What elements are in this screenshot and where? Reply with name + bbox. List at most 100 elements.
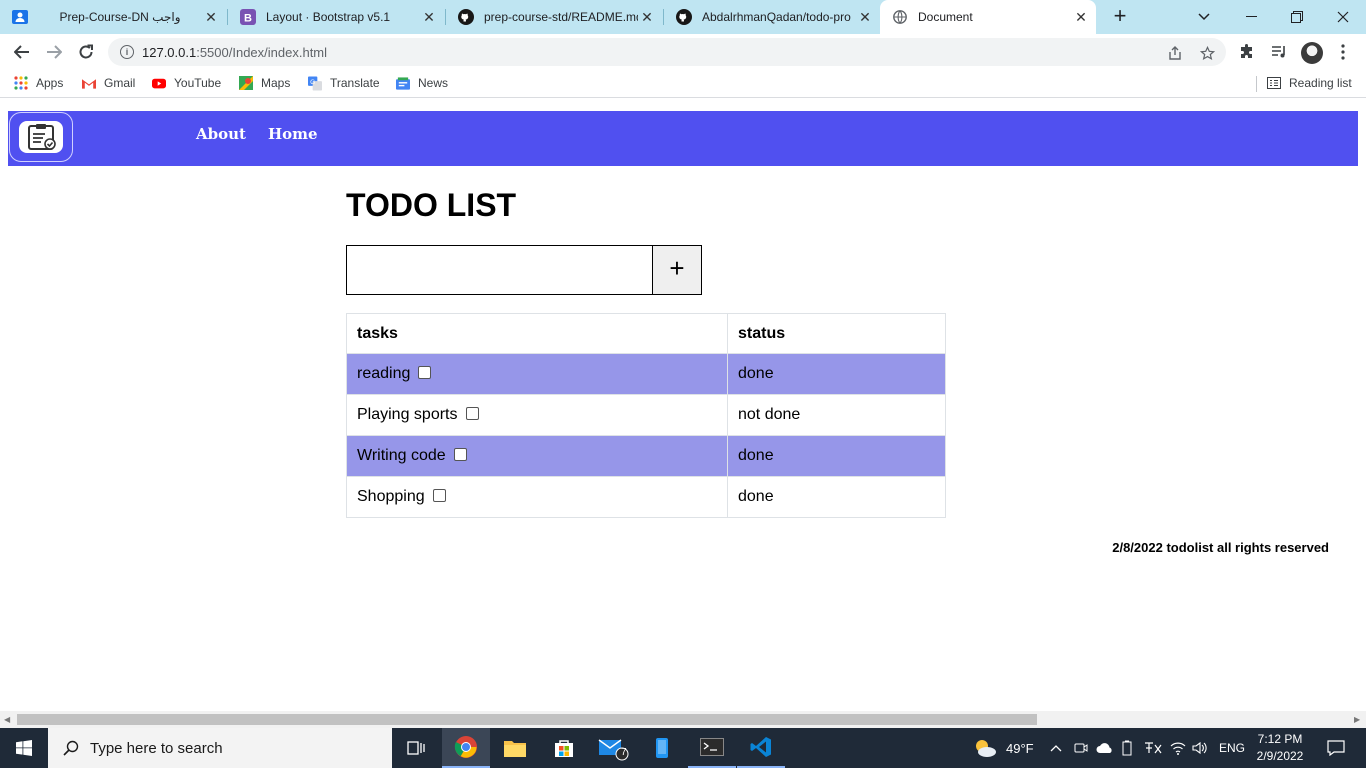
- vscode-icon: [750, 737, 771, 757]
- scroll-left-icon[interactable]: ◀: [4, 715, 10, 724]
- task-name: Playing sports: [357, 406, 458, 423]
- nav-home-link[interactable]: Home: [268, 125, 318, 143]
- taskbar-phone-link[interactable]: [638, 728, 686, 768]
- reading-list-icon: [1267, 76, 1281, 90]
- taskbar-search[interactable]: Type here to search: [48, 728, 392, 768]
- tab-title: AbdalrhmanQadan/todo-pro: [702, 10, 851, 24]
- tab-prep-course-dn[interactable]: Prep-Course-DN واجب ✕: [0, 0, 226, 34]
- task-checkbox[interactable]: [453, 448, 467, 461]
- forward-icon[interactable]: [42, 40, 66, 64]
- tray-overflow-icon[interactable]: [1050, 728, 1062, 768]
- task-view-button[interactable]: [392, 728, 440, 768]
- url-text[interactable]: 127.0.0.1:5500/Index/index.html: [142, 45, 327, 60]
- media-control-icon[interactable]: [1268, 41, 1290, 63]
- onedrive-icon[interactable]: [1096, 728, 1114, 768]
- horizontal-scrollbar[interactable]: ◀ ▶: [0, 711, 1366, 728]
- tab-search-icon[interactable]: [1181, 0, 1227, 34]
- bookmark-gmail[interactable]: Gmail: [82, 76, 135, 90]
- bootstrap-icon: B: [240, 9, 256, 25]
- task-cell: Shopping: [346, 476, 728, 518]
- meet-now-icon[interactable]: [1074, 728, 1088, 768]
- browser-toolbar: i 127.0.0.1:5500/Index/index.html: [0, 34, 1366, 70]
- task-checkbox[interactable]: [432, 489, 446, 502]
- tab-readme[interactable]: prep-course-std/README.md ✕: [446, 0, 662, 34]
- tab-strip: Prep-Course-DN واجب ✕ B Layout · Bootstr…: [0, 0, 1366, 34]
- tab-title: Prep-Course-DN واجب: [59, 10, 181, 24]
- language-indicator[interactable]: ENG: [1219, 728, 1245, 768]
- github-icon: [676, 9, 692, 25]
- close-window-icon[interactable]: [1320, 0, 1366, 34]
- scroll-right-icon[interactable]: ▶: [1354, 715, 1360, 724]
- volume-icon[interactable]: [1192, 728, 1208, 768]
- reload-icon[interactable]: [74, 40, 98, 64]
- minimize-icon[interactable]: [1228, 0, 1274, 34]
- status-cell: not done: [727, 394, 946, 436]
- tab-title: Document: [918, 10, 973, 24]
- bookmark-youtube[interactable]: YouTube: [152, 76, 221, 90]
- taskbar-vscode[interactable]: [737, 728, 785, 768]
- taskbar-mail[interactable]: 7: [590, 728, 638, 768]
- status-cell: done: [727, 435, 946, 477]
- add-task-button[interactable]: +: [652, 245, 702, 295]
- task-checkbox[interactable]: [418, 366, 432, 379]
- task-cell: Writing code: [346, 435, 728, 477]
- clipboard-check-icon: [19, 121, 63, 153]
- chrome-menu-icon[interactable]: [1332, 41, 1354, 63]
- nav-about-link[interactable]: About: [196, 125, 246, 143]
- close-tab-icon[interactable]: ✕: [420, 9, 438, 26]
- taskbar-chrome[interactable]: [442, 728, 490, 768]
- close-tab-icon[interactable]: ✕: [638, 9, 656, 26]
- tasks-column-header: tasks: [346, 313, 728, 354]
- github-icon: [458, 9, 474, 25]
- address-bar[interactable]: i 127.0.0.1:5500/Index/index.html: [108, 38, 1226, 66]
- extensions-icon[interactable]: [1236, 41, 1258, 63]
- reading-list-button[interactable]: Reading list: [1267, 76, 1352, 90]
- new-tab-button[interactable]: +: [1108, 5, 1132, 29]
- share-icon[interactable]: [1166, 44, 1184, 62]
- taskbar-clock[interactable]: 7:12 PM 2/9/2022: [1250, 731, 1310, 765]
- globe-icon: [892, 9, 908, 25]
- close-tab-icon[interactable]: ✕: [202, 9, 220, 26]
- bookmark-news[interactable]: News: [396, 76, 448, 90]
- bookmarks-divider: [1256, 76, 1257, 92]
- maps-icon: [239, 76, 253, 90]
- start-button[interactable]: [0, 728, 48, 768]
- close-tab-icon[interactable]: ✕: [856, 9, 874, 26]
- bookmark-star-icon[interactable]: [1198, 44, 1216, 62]
- table-header-row: tasks status: [346, 313, 946, 354]
- task-name: Shopping: [357, 488, 425, 505]
- page-viewport: About Home TODO LIST + tasks status read…: [0, 103, 1366, 711]
- tab-todo-pro[interactable]: AbdalrhmanQadan/todo-pro ✕: [664, 0, 880, 34]
- bookmark-apps[interactable]: Apps: [14, 76, 63, 90]
- task-name: Writing code: [357, 447, 446, 464]
- taskbar-terminal[interactable]: [688, 728, 736, 768]
- status-cell: done: [727, 476, 946, 518]
- site-logo[interactable]: [9, 112, 73, 162]
- task-name: reading: [357, 365, 411, 382]
- bookmark-translate[interactable]: G Translate: [308, 76, 380, 90]
- task-cell: Playing sports: [346, 394, 728, 436]
- close-tab-icon[interactable]: ✕: [1072, 9, 1090, 26]
- restore-icon[interactable]: [1274, 0, 1320, 34]
- task-checkbox[interactable]: [465, 407, 479, 420]
- taskbar-file-explorer[interactable]: [491, 728, 539, 768]
- table-row: Shopping done: [346, 476, 946, 518]
- weather-widget[interactable]: 49°F: [972, 728, 1034, 768]
- profile-avatar[interactable]: [1301, 42, 1323, 64]
- tab-document[interactable]: Document ✕: [880, 0, 1096, 34]
- scrollbar-thumb[interactable]: [17, 714, 1037, 725]
- status-column-header: status: [727, 313, 946, 354]
- site-info-icon[interactable]: i: [120, 45, 134, 59]
- back-icon[interactable]: [10, 40, 34, 64]
- tab-bootstrap-layout[interactable]: B Layout · Bootstrap v5.1 ✕: [228, 0, 444, 34]
- wifi-icon[interactable]: [1170, 728, 1186, 768]
- ime-icon[interactable]: [1144, 728, 1162, 768]
- task-view-icon: [407, 741, 425, 755]
- battery-icon[interactable]: [1122, 728, 1132, 768]
- table-row: Writing code done: [346, 435, 946, 477]
- notifications-icon[interactable]: [1316, 728, 1356, 768]
- taskbar-store[interactable]: [540, 728, 588, 768]
- partly-cloudy-icon: [976, 740, 996, 757]
- task-input[interactable]: [346, 245, 653, 295]
- bookmark-maps[interactable]: Maps: [239, 76, 290, 90]
